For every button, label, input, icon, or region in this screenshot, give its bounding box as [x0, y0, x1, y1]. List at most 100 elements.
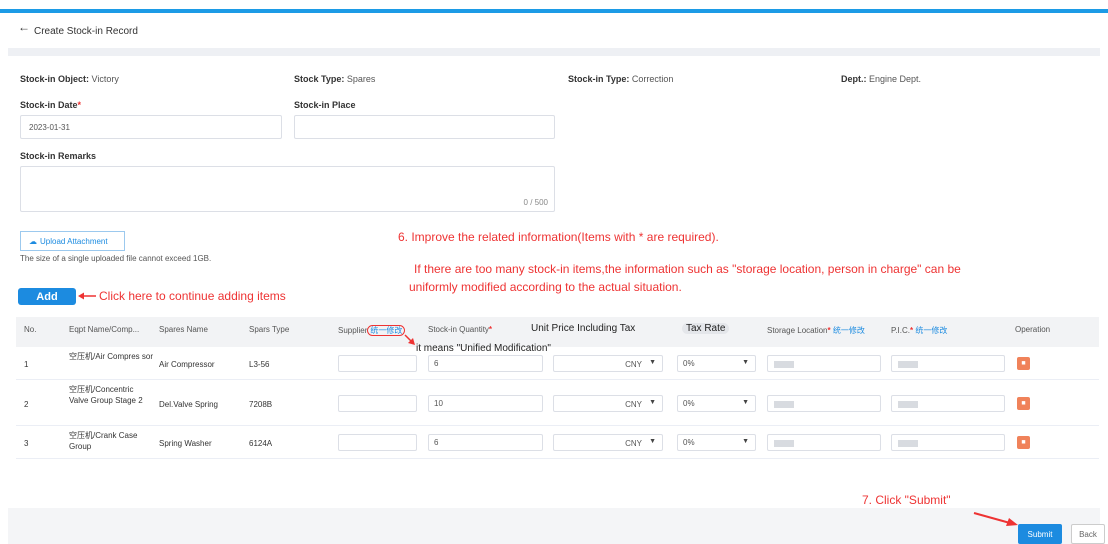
storage-location-input[interactable]: [767, 355, 881, 372]
pic-input[interactable]: [891, 355, 1005, 372]
chevron-down-icon: ▼: [742, 438, 749, 445]
pic-input[interactable]: [891, 395, 1005, 412]
tax-rate-select[interactable]: 0% ▼: [677, 395, 756, 412]
quantity-input[interactable]: 6: [428, 434, 543, 451]
back-arrow-icon[interactable]: ←: [18, 20, 30, 34]
currency-select[interactable]: CNY: [625, 400, 642, 409]
submit-button[interactable]: Submit: [1018, 524, 1062, 544]
stock-in-remarks-label: Stock-in Remarks: [20, 151, 97, 161]
row-divider: [16, 458, 1099, 459]
upload-size-note: The size of a single uploaded file canno…: [20, 254, 212, 263]
annotation-step6-detail-2: uniformly modified according to the actu…: [409, 280, 682, 294]
supplier-input[interactable]: [338, 355, 417, 372]
column-quantity-label: Stock-in Quantity: [428, 325, 489, 334]
stock-type-label: Stock Type:: [294, 74, 345, 84]
storage-location-input[interactable]: [767, 434, 881, 451]
stock-in-place-input[interactable]: [294, 115, 555, 139]
supplier-input[interactable]: [338, 434, 417, 451]
chevron-down-icon: ▼: [649, 438, 656, 445]
stock-in-object-label: Stock-in Object:: [20, 74, 90, 84]
tax-rate-select[interactable]: 0% ▼: [677, 434, 756, 451]
column-stock-in-quantity: Stock-in Quantity*: [428, 325, 492, 334]
column-pic: P.I.C.* 统一修改: [891, 325, 947, 336]
trash-icon[interactable]: ■: [1017, 357, 1030, 370]
stock-in-place-label: Stock-in Place: [294, 100, 356, 110]
storage-location-input[interactable]: [767, 395, 881, 412]
row-divider: [16, 425, 1099, 426]
column-location-label: Storage Location: [767, 326, 828, 335]
stock-in-date-label: Stock-in Date*: [20, 100, 81, 110]
blurred-value: [774, 361, 794, 368]
annotation-unified-note: it means "Unified Modification": [416, 343, 551, 354]
required-mark: *: [827, 326, 831, 335]
arrow-left-icon: [78, 292, 96, 300]
column-spars-type: Spars Type: [249, 325, 290, 334]
row-eqpt-name: 空压机/Air Compres sor: [69, 352, 154, 361]
tax-rate-select[interactable]: 0% ▼: [677, 355, 756, 372]
unit-price-input[interactable]: CNY ▼: [553, 395, 663, 412]
blurred-value: [774, 401, 794, 408]
row-eqpt-name: 空压机/Crank Case Group: [69, 431, 138, 451]
column-no: No.: [24, 325, 37, 334]
row-spares-name: Del.Valve Spring: [159, 400, 218, 409]
stock-in-date-input[interactable]: 2023-01-31: [20, 115, 282, 139]
blurred-value: [898, 401, 918, 408]
tax-rate-value: 0%: [683, 399, 695, 408]
trash-icon[interactable]: ■: [1017, 436, 1030, 449]
stock-in-object: Stock-in Object: Victory: [20, 74, 119, 84]
row-divider: [16, 379, 1099, 380]
annotation-step6-detail-1: If there are too many stock-in items,the…: [414, 262, 961, 276]
page-title: Create Stock-in Record: [34, 26, 138, 37]
pic-unified-modify-link[interactable]: 统一修改: [915, 326, 947, 335]
back-button[interactable]: Back: [1071, 524, 1105, 544]
column-pic-label: P.I.C.: [891, 326, 910, 335]
quantity-input[interactable]: 10: [428, 395, 543, 412]
stock-in-type: Stock-in Type: Correction: [568, 74, 673, 84]
unit-price-input[interactable]: CNY ▼: [553, 434, 663, 451]
dept-label: Dept.:: [841, 74, 867, 84]
trash-icon[interactable]: ■: [1017, 397, 1030, 410]
currency-select[interactable]: CNY: [625, 360, 642, 369]
row-no: 2: [24, 400, 29, 409]
row-spars-type: L3-56: [249, 360, 270, 369]
stock-in-type-label: Stock-in Type:: [568, 74, 630, 84]
pic-input[interactable]: [891, 434, 1005, 451]
upload-icon: ☁: [29, 236, 37, 246]
column-tax-rate: Tax Rate: [682, 323, 730, 334]
row-no: 3: [24, 439, 29, 448]
upload-attachment-label: Upload Attachment: [40, 236, 108, 246]
location-unified-modify-link[interactable]: 统一修改: [833, 326, 865, 335]
header-divider: [8, 48, 1100, 56]
stock-in-date-label-text: Stock-in Date: [20, 100, 78, 110]
annotation-step7: 7. Click "Submit": [862, 493, 951, 507]
stock-in-remarks-textarea[interactable]: 0 / 500: [20, 166, 555, 212]
blurred-value: [898, 440, 918, 447]
column-unit-price: Unit Price Including Tax: [531, 323, 636, 334]
dept-value: Engine Dept.: [869, 74, 922, 84]
column-operation: Operation: [1015, 325, 1051, 334]
quantity-input[interactable]: 6: [428, 355, 543, 372]
stock-type-value: Spares: [346, 74, 376, 84]
required-mark: *: [488, 325, 493, 334]
supplier-input[interactable]: [338, 395, 417, 412]
row-no: 1: [24, 360, 29, 369]
stock-in-object-value: Victory: [91, 74, 119, 84]
column-supplier-label: Supplier: [338, 326, 368, 335]
annotation-step6: 6. Improve the related information(Items…: [398, 230, 719, 244]
arrow-right-icon: [973, 512, 1018, 526]
add-item-button[interactable]: Add: [18, 288, 76, 305]
required-mark: *: [909, 326, 914, 335]
dept: Dept.: Engine Dept.: [841, 74, 921, 84]
row-spars-type: 7208B: [249, 400, 273, 409]
blurred-value: [774, 440, 794, 447]
supplier-unified-modify-link[interactable]: 统一修改: [367, 325, 406, 336]
chevron-down-icon: ▼: [742, 399, 749, 406]
chevron-down-icon: ▼: [649, 399, 656, 406]
column-supplier: Supplier 统一修改: [338, 325, 406, 336]
chevron-down-icon: ▼: [742, 359, 749, 366]
currency-select[interactable]: CNY: [625, 439, 642, 448]
upload-attachment-button[interactable]: ☁ Upload Attachment: [20, 231, 125, 251]
stock-type: Stock Type: Spares: [294, 74, 375, 84]
arrow-down-icon: [404, 334, 415, 345]
unit-price-input[interactable]: CNY ▼: [553, 355, 663, 372]
